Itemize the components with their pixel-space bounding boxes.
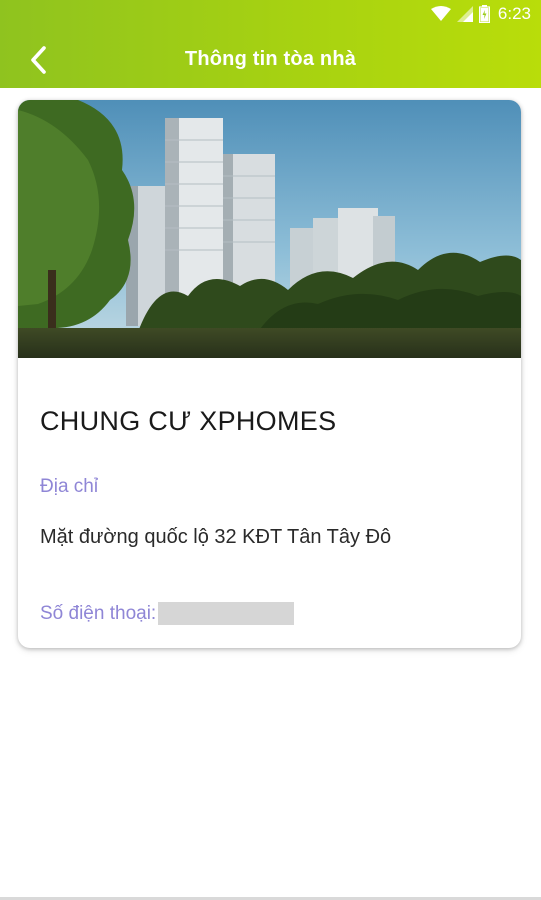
phone-row: Số điện thoại: [40, 602, 295, 625]
wifi-icon [430, 6, 451, 22]
battery-icon [478, 5, 490, 23]
building-name: CHUNG CƯ XPHOMES [40, 406, 337, 436]
app-bar: 6:23 Thông tin tòa nhà [0, 0, 541, 88]
cell-signal-icon [456, 6, 473, 22]
building-card: CHUNG CƯ XPHOMES Địa chỉ Mặt đường quốc … [18, 100, 521, 648]
status-bar: 6:23 [0, 0, 541, 28]
building-photo [18, 100, 521, 358]
phone-value-redacted[interactable] [158, 602, 295, 625]
page-title: Thông tin tòa nhà [184, 48, 357, 70]
address-value: Mặt đường quốc lộ 32 KĐT Tân Tây Đô [40, 526, 392, 548]
address-label: Địa chỉ [40, 476, 99, 497]
status-time: 6:23 [497, 4, 531, 23]
phone-label: Số điện thoại: [40, 602, 157, 624]
